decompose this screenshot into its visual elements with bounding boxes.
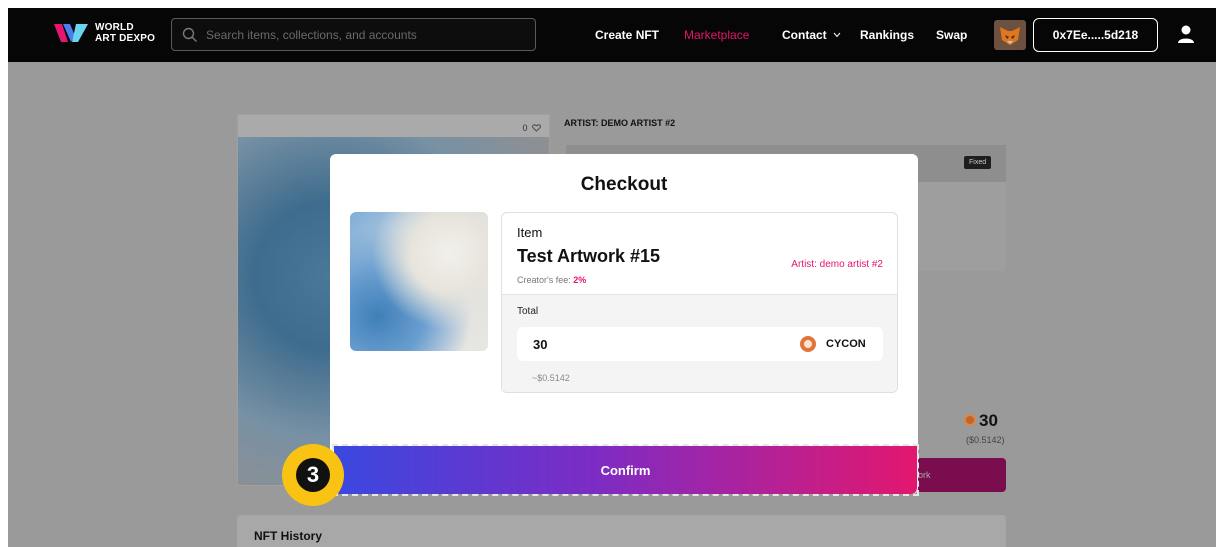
total-amount: 30	[533, 337, 548, 352]
nav-rankings[interactable]: Rankings	[860, 28, 914, 42]
search-bar[interactable]	[171, 18, 536, 51]
brand-line-1: WORLD	[95, 22, 134, 33]
heart-icon	[532, 124, 541, 132]
brand-line-2: ART DEXPO	[95, 33, 156, 44]
item-label: Item	[517, 225, 543, 240]
creator-fee: Creator's fee: 2%	[517, 275, 586, 285]
app-frame: WORLD ART DEXPO Create NFT Marketplace C…	[8, 8, 1216, 547]
nav-marketplace[interactable]: Marketplace	[684, 28, 749, 42]
artist-heading: ARTIST: DEMO ARTIST #2	[564, 118, 676, 128]
listing-price-usd: ($0.5142)	[966, 435, 1005, 445]
nav-swap[interactable]: Swap	[936, 28, 967, 42]
sale-type-badge: Fixed	[964, 156, 992, 169]
listing-price-value: 30	[979, 411, 998, 430]
search-input[interactable]	[206, 26, 526, 44]
nft-history-section: NFT History	[237, 515, 1006, 547]
brand-logo-icon[interactable]	[54, 22, 88, 44]
cycon-coin-icon	[964, 414, 976, 426]
modal-title: Checkout	[580, 174, 668, 195]
fox-glyph-icon	[1000, 27, 1020, 45]
checkout-modal: Checkout Item Test Artwork #15 Artist: d…	[330, 154, 918, 494]
nav-contact-label: Contact	[782, 28, 827, 42]
currency-name: CYCON	[826, 338, 866, 350]
item-summary-box: Item Test Artwork #15 Artist: demo artis…	[501, 212, 898, 393]
total-section: Total 30 CYCON ~$0.5142	[502, 294, 897, 392]
creator-fee-label: Creator's fee:	[517, 275, 571, 285]
user-profile-icon[interactable]	[1176, 24, 1196, 44]
item-name: Test Artwork #15	[517, 246, 661, 266]
wallet-address-button[interactable]: 0x7Ee.....5d218	[1033, 18, 1158, 52]
top-navbar: WORLD ART DEXPO Create NFT Marketplace C…	[8, 8, 1216, 62]
nav-contact[interactable]: Contact	[782, 28, 841, 42]
cycon-token-icon	[800, 336, 816, 352]
chevron-down-icon	[833, 32, 841, 38]
step-marker-badge: 3	[282, 444, 344, 506]
step-number: 3	[296, 458, 330, 492]
like-count[interactable]: 0	[522, 123, 541, 133]
nft-history-title: NFT History	[254, 529, 323, 543]
total-label: Total	[517, 306, 539, 317]
total-usd-estimate: ~$0.5142	[532, 373, 570, 383]
buy-artwork-button[interactable]: ork	[916, 458, 1006, 492]
like-count-value: 0	[522, 123, 528, 133]
metamask-fox-icon[interactable]	[994, 20, 1026, 50]
item-artist: Artist: demo artist #2	[791, 259, 883, 270]
nav-create-nft[interactable]: Create NFT	[595, 28, 659, 42]
total-amount-field: 30 CYCON	[517, 327, 883, 361]
brand-name[interactable]: WORLD ART DEXPO	[95, 22, 155, 44]
listing-price: 30	[964, 411, 998, 431]
creator-fee-value: 2%	[573, 275, 587, 285]
item-thumbnail	[350, 212, 488, 351]
confirm-button[interactable]: Confirm	[334, 446, 917, 494]
search-icon	[182, 27, 197, 42]
